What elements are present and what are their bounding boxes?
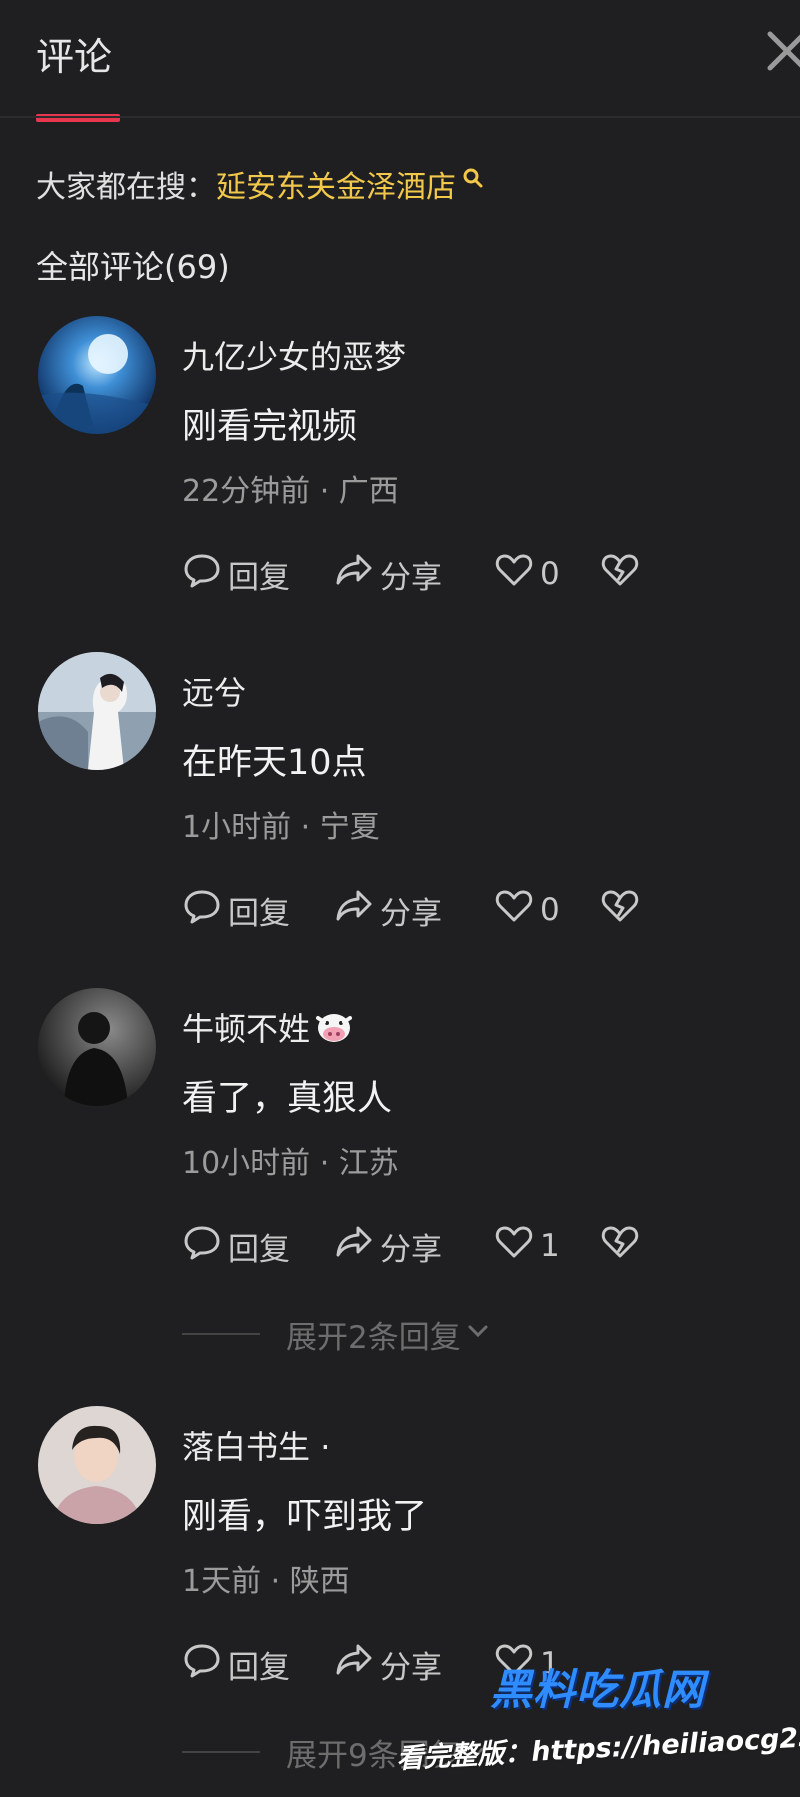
reply-button[interactable]: 回复 xyxy=(182,1222,290,1270)
broken-heart-icon xyxy=(600,1222,640,1270)
avatar[interactable] xyxy=(38,1406,156,1524)
share-label: 分享 xyxy=(380,1231,442,1268)
expand-divider xyxy=(182,1751,260,1753)
heart-icon xyxy=(494,1222,534,1270)
like-count: 0 xyxy=(540,556,560,592)
reply-icon xyxy=(182,886,222,934)
like-button[interactable]: 0 xyxy=(494,550,560,598)
share-icon xyxy=(334,1222,374,1270)
avatar[interactable] xyxy=(38,316,156,434)
reply-label: 回复 xyxy=(228,1231,290,1268)
dislike-button[interactable] xyxy=(600,550,640,598)
share-button[interactable]: 分享 xyxy=(334,1222,442,1270)
reply-button[interactable]: 回复 xyxy=(182,1640,290,1688)
search-icon xyxy=(462,162,484,197)
reply-button[interactable]: 回复 xyxy=(182,550,290,598)
watermark-logo: 黑料吃瓜网 xyxy=(490,1665,706,1714)
comment-username[interactable]: 九亿少女的恶梦 xyxy=(182,332,406,378)
comment-username[interactable]: 远兮 xyxy=(182,668,246,714)
comment-text: 刚看，吓到我了 xyxy=(182,1497,428,1537)
like-button[interactable]: 1 xyxy=(494,1222,560,1270)
comment-time: 1天前 xyxy=(182,1564,262,1599)
cow-emoji-icon xyxy=(314,1010,354,1052)
expand-replies-button[interactable]: 展开2条回复 xyxy=(182,1312,742,1356)
comment-location: 宁夏 xyxy=(319,810,380,845)
comment-username[interactable]: 牛顿不姓 xyxy=(182,1004,354,1052)
share-button[interactable]: 分享 xyxy=(334,550,442,598)
comment-actions: 回复 分享 0 xyxy=(182,550,742,598)
comments-header: 评论 xyxy=(0,0,800,122)
chevron-down-icon xyxy=(465,1316,491,1352)
like-count: 1 xyxy=(540,1228,560,1264)
comments-count: 全部评论(69) xyxy=(36,248,230,286)
comment-location: 广西 xyxy=(338,474,399,509)
reply-icon xyxy=(182,550,222,598)
share-icon xyxy=(334,886,374,934)
trending-search-prefix: 大家都在搜： xyxy=(36,170,216,205)
share-icon xyxy=(334,550,374,598)
comment-actions: 回复 分享 1 xyxy=(182,1222,742,1270)
comment-username[interactable]: 落白书生 · xyxy=(182,1422,330,1468)
reply-icon xyxy=(182,1640,222,1688)
heart-icon xyxy=(494,886,534,934)
comment-time: 10小时前 xyxy=(182,1146,311,1181)
comment-location: 江苏 xyxy=(338,1146,399,1181)
trending-search[interactable]: 大家都在搜：延安东关金泽酒店 xyxy=(36,162,484,206)
comment-text: 看了，真狠人 xyxy=(182,1079,393,1119)
share-icon xyxy=(334,1640,374,1688)
like-count: 0 xyxy=(540,892,560,928)
expand-divider xyxy=(182,1333,260,1335)
reply-icon xyxy=(182,1222,222,1270)
comment-meta: 10小时前 · 江苏 xyxy=(182,1146,399,1181)
share-label: 分享 xyxy=(380,559,442,596)
share-button[interactable]: 分享 xyxy=(334,886,442,934)
like-button[interactable]: 0 xyxy=(494,886,560,934)
broken-heart-icon xyxy=(600,886,640,934)
comment-meta: 1天前 · 陕西 xyxy=(182,1564,350,1599)
dislike-button[interactable] xyxy=(600,1222,640,1270)
comment-meta: 1小时前 · 宁夏 xyxy=(182,810,380,845)
site-watermark: 黑料吃瓜网 看完整版：https://heiliaocg25.com xyxy=(380,1640,800,1790)
comment-location: 陕西 xyxy=(289,1564,350,1599)
close-icon[interactable] xyxy=(762,26,800,76)
header-divider xyxy=(0,116,800,118)
reply-button[interactable]: 回复 xyxy=(182,886,290,934)
heart-icon xyxy=(494,550,534,598)
comment-text: 刚看完视频 xyxy=(182,407,358,447)
avatar[interactable] xyxy=(38,988,156,1106)
comment-actions: 回复 分享 0 xyxy=(182,886,742,934)
reply-label: 回复 xyxy=(228,895,290,932)
user-dot-badge: · xyxy=(320,1428,331,1466)
comment-meta: 22分钟前 · 广西 xyxy=(182,474,399,509)
dislike-button[interactable] xyxy=(600,886,640,934)
comment-time: 1小时前 xyxy=(182,810,292,845)
watermark-url: 看完整版：https://heiliaocg25.com xyxy=(395,1718,800,1775)
comment-text: 在昨天10点 xyxy=(182,743,367,783)
avatar[interactable] xyxy=(38,652,156,770)
comment-time: 22分钟前 xyxy=(182,474,311,509)
trending-search-keyword[interactable]: 延安东关金泽酒店 xyxy=(216,170,456,205)
reply-label: 回复 xyxy=(228,1649,290,1686)
username-text: 落白书生 xyxy=(182,1428,311,1466)
share-label: 分享 xyxy=(380,895,442,932)
comments-tab[interactable]: 评论 xyxy=(36,26,112,81)
username-text: 牛顿不姓 xyxy=(182,1010,311,1048)
broken-heart-icon xyxy=(600,550,640,598)
expand-replies-label: 展开2条回复 xyxy=(286,1319,461,1356)
reply-label: 回复 xyxy=(228,559,290,596)
